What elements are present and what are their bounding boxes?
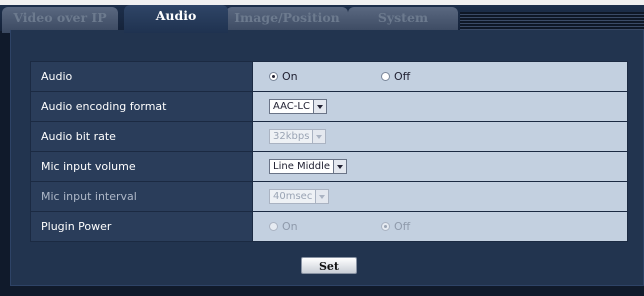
mic-volume-label: Mic input volume bbox=[30, 151, 253, 182]
mic-volume-select-value: Line Middle bbox=[273, 161, 331, 172]
dropdown-arrow-icon[interactable] bbox=[312, 100, 326, 113]
radio-unselected-icon bbox=[381, 72, 390, 81]
encoding-select-value: AAC-LC bbox=[273, 101, 310, 112]
setting-row-bitrate: Audio bit rate 32kbps bbox=[30, 121, 628, 152]
mic-interval-label: Mic input interval bbox=[30, 181, 253, 212]
mic-volume-value-cell: Line Middle bbox=[252, 151, 628, 182]
setting-row-plugin-power: Plugin Power On Off bbox=[30, 211, 628, 242]
plugin-power-on-radio: On bbox=[269, 220, 298, 233]
bitrate-label: Audio bit rate bbox=[30, 121, 253, 152]
audio-on-label: On bbox=[282, 70, 298, 83]
setting-row-mic-volume: Mic input volume Line Middle bbox=[30, 151, 628, 182]
setting-row-encoding: Audio encoding format AAC-LC bbox=[30, 91, 628, 122]
bitrate-select-value: 32kbps bbox=[273, 131, 310, 142]
radio-selected-icon bbox=[381, 222, 390, 231]
audio-off-label: Off bbox=[394, 70, 411, 83]
encoding-select[interactable]: AAC-LC bbox=[269, 99, 327, 114]
plugin-power-value-cell: On Off bbox=[252, 211, 628, 242]
dropdown-arrow-icon bbox=[312, 130, 326, 143]
setting-row-mic-interval: Mic input interval 40msec bbox=[30, 181, 628, 212]
audio-on-radio[interactable]: On bbox=[269, 70, 298, 83]
plugin-power-label: Plugin Power bbox=[30, 211, 253, 242]
plugin-power-on-label: On bbox=[282, 220, 298, 233]
encoding-label: Audio encoding format bbox=[30, 91, 253, 122]
dropdown-arrow-icon[interactable] bbox=[333, 160, 347, 173]
mic-interval-value-cell: 40msec bbox=[252, 181, 628, 212]
audio-value-cell: On Off bbox=[252, 61, 628, 92]
bitrate-select: 32kbps bbox=[269, 129, 327, 144]
mic-interval-select-value: 40msec bbox=[273, 191, 313, 202]
bitrate-value-cell: 32kbps bbox=[252, 121, 628, 152]
setting-row-audio: Audio On Off bbox=[30, 61, 628, 92]
tab-audio[interactable]: Audio bbox=[124, 5, 228, 33]
decorative-stripes bbox=[460, 12, 644, 30]
encoding-value-cell: AAC-LC bbox=[252, 91, 628, 122]
audio-off-radio[interactable]: Off bbox=[381, 70, 410, 83]
dropdown-arrow-icon bbox=[315, 190, 329, 203]
plugin-power-off-label: Off bbox=[394, 220, 411, 233]
audio-label: Audio bbox=[30, 61, 253, 92]
audio-settings-table: Audio On Off Audio encoding format AAC-L… bbox=[30, 61, 628, 242]
mic-interval-select: 40msec bbox=[269, 189, 330, 204]
plugin-power-off-radio: Off bbox=[381, 220, 410, 233]
mic-volume-select[interactable]: Line Middle bbox=[269, 159, 348, 174]
set-button[interactable]: Set bbox=[301, 257, 357, 274]
radio-selected-icon bbox=[269, 72, 278, 81]
radio-unselected-icon bbox=[269, 222, 278, 231]
